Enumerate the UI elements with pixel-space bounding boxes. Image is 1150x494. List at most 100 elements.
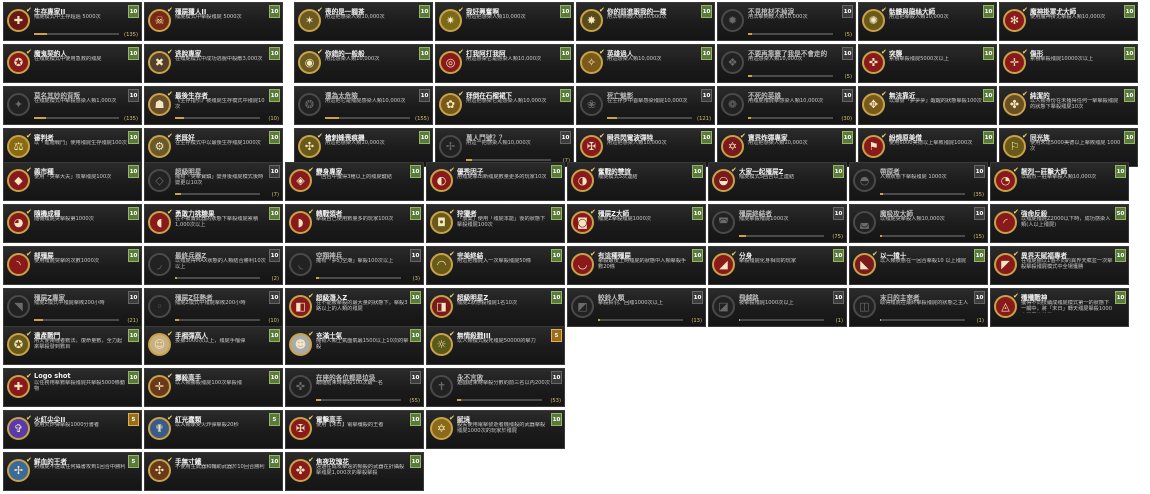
achievement-progress-bar <box>880 235 965 237</box>
unlocked-check-icon: ✔ <box>590 166 596 174</box>
achievement-points-badge: 10 <box>410 455 421 468</box>
achievement-card[interactable]: ◒ ✔ 大家一起殭屍Z 殭屍模式5回合以上連結 10 <box>708 162 847 201</box>
achievement-card[interactable]: ❂ 還為太危險 用這把它是殭屍感染人類10,000次 10 (155) <box>294 86 433 125</box>
achievement-card[interactable]: ✹ 不見棺材不掉淚 用法擊倒敵人類10,000次 10 (5) <box>717 2 856 41</box>
achievement-card[interactable]: ✶ ✔ 喪的是一腳茶 用這把感染人類10,000次 10 <box>294 2 433 41</box>
achievement-card[interactable]: ◫ 末日的主宰者 取得殭屍在最終擊殺殭屍的狀態之主人 10 (1) <box>849 288 988 327</box>
achievement-card[interactable]: ✚ ✔ 生存專家II 殭屍模式中生存超過 5000次 10 (135) <box>3 2 142 41</box>
achievement-card[interactable]: ◛ 魔吸攻大師 以殭屍突擊殺人類10,000次 10 (15) <box>849 204 988 243</box>
achievement-card[interactable]: ✦ 莫名其妙的背叛 在殭屍模式中擊殺感染人類1,000次 10 (135) <box>3 86 142 125</box>
achievement-card[interactable]: ◜ ✔ 強命反殺 以殭屍殭屍Z2000以下時，成功感染人類(人以上殭屍) 50 <box>990 204 1129 243</box>
achievement-card[interactable]: ◕ ✔ 隨機成種 隨機殭屍突擊殺第1000次 10 <box>3 204 142 243</box>
achievement-progress-bar <box>34 33 119 35</box>
achievement-description: 擁有人類士氣面氣最1500以上10次的擊殺 <box>316 338 409 351</box>
achievement-card[interactable]: ◧ ✔ 超級潛入Z 在不能被擊殺的最大量的狀態下，擊殺3路以上的人類的殭屍 10 <box>285 288 424 327</box>
achievement-card[interactable]: ◨ ✔ 超級明星Z 殭屍Z狀態殺殭屍1名10次 10 <box>426 288 565 327</box>
achievement-card[interactable]: ✤ ✔ 焦夜玫瑰花 遠遊往成攻擊遠的類殺的武器在計攝殺擊殭屍1,000次的擊殺擊… <box>285 452 424 491</box>
achievement-card[interactable]: ◔ ✔ 韌烈－莊擊大師 以韌烈－莊擊擊殺人類10,000次 10 <box>990 162 1129 201</box>
achievement-description: 被擊殺殭屍1000次以上 <box>739 300 794 306</box>
achievement-description: 獲得不同技續成殭屍模式第一的狀態下一觸中，將「末日」轉天殭屍擊殺1000次殭屍的… <box>1021 300 1113 313</box>
achievement-card[interactable]: ✿ ✔ 拜倒在石榴裙下 用這把感染它是感染人類10,000次 10 <box>435 86 574 125</box>
achievement-card[interactable]: ☗ ✔ 最後生存者 《生存指引》被殭屍生存模式中殭屍10次 10 (10) <box>144 86 283 125</box>
achievement-card[interactable]: ✪ ✔ 魔鬼契約人 在殭屍模式中使用急救的殭屍 10 <box>3 44 142 83</box>
unlocked-check-icon: ✔ <box>740 132 746 140</box>
achievement-card[interactable]: ✖ ✔ 逃脫專家 在殭屍模式中成功逃脫中殺敵3,000次 10 <box>144 44 283 83</box>
achievement-card[interactable]: ✠ ✔ 電擊高手 使用【末日】電擊殲殺的王者 10 <box>285 410 424 449</box>
achievement-card[interactable]: ✛ ✔ 擲殺高手 以人類擲殺殭屍100次擊殺殭 10 <box>144 368 283 407</box>
achievement-card[interactable]: ✧ ✔ 英雄過人 用這感染人類10,000次 10 <box>576 44 715 83</box>
achievement-card[interactable]: ◖ ✔ 勇敢力挑糖果 在不被實武器的狀態下擊殺殭屍累積1,000次以上 10 <box>144 204 283 243</box>
achievement-points-badge: 10 <box>1124 131 1135 144</box>
achievement-card[interactable]: ◡ ✔ 有這種殭屍 擊殺最後上時殭屍的狀態中人類擊殺手數20條 10 <box>567 246 706 285</box>
achievement-card[interactable]: ◦ 殭屍Z狂熱者 殭屍Z模式中殭屍擊敗200小時 10 (10) <box>144 288 283 327</box>
achievement-description: 跟隨結束時擊殺100次最一名 <box>316 380 383 386</box>
achievement-card[interactable]: ✚ ✔ Logo shot 以任務用擊數擊殺殭屍共擊殺5000條動物 10 <box>3 368 142 407</box>
achievement-card[interactable]: ✢ ✔ 鮮血的王者 對殭屍不遠或任何攝書攻到1回合中勝利 5 <box>3 452 142 491</box>
achievement-description: 以爆發「夢夢夢」醒醒的狀態擊殺100次 <box>889 98 982 104</box>
achievement-card[interactable]: ◎ ✔ 打我阿打我阿 用這感染它是感染人類10,000次 10 <box>435 44 574 83</box>
achievement-card[interactable]: ◓ 帶原者 人類狀態下擊殺殭屍 1000次 10 (35) <box>849 162 988 201</box>
achievement-points-badge: 10 <box>551 165 562 178</box>
achievement-card[interactable]: ❀ 死亡魅影 在生存步中首擊感染殭屍10,000次 10 (121) <box>576 86 715 125</box>
achievement-card[interactable]: ❁ 不死的英雄 用殭屍殭屍擊感染人類10,000次 10 (30) <box>717 86 856 125</box>
achievement-progress-bar <box>748 75 833 77</box>
achievement-progress-count: (135) <box>124 116 138 122</box>
achievement-card[interactable]: ☠ ✔ 殭屍獵人II 殭屍模式中擊殺殭屍 5000次 10 <box>144 2 283 41</box>
achievement-card[interactable]: ◩ 較鈴人類 擊殺鈴羽、回殭1000次以上 10 (13) <box>567 288 706 327</box>
achievement-card[interactable]: ✪ ✔ 遺產戰鬥 用天使兩種者數法，復命量數，全力起來擊殺發到數目 10 <box>3 326 142 365</box>
achievement-card[interactable]: ◤ ✔ 異界天賦福專者 在殭屍獵以1個不同的異界天賦並一次擊殺擊殺殭屍模式中全場… <box>990 246 1129 285</box>
achievement-card[interactable]: ◙ ✔ 殭屍Z大師 殭屍Z擊殺殭屍1000次 10 <box>567 204 706 243</box>
achievement-card[interactable]: ◐ ✔ 優秀因子 用殭屍擊出新殭屍數量更多的玩家10次 10 <box>426 162 565 201</box>
achievement-card[interactable]: ◬ ✔ 殲殲戰神 獲得不同技續成殭屍模式第一的狀態下一觸中，將「末日」轉天殭屍擊… <box>990 288 1129 327</box>
achievement-card[interactable]: ✺ ✔ 骷髏與龍絲大師 用這把擊殺人類10,000次 10 <box>858 2 997 41</box>
achievement-description: 以人類擲殺殭屍100次擊殺殭 <box>175 380 242 386</box>
achievement-card[interactable]: ✣ ✔ 手無寸鐵 不使用主武器和輔助武器於10回合勝利 10 <box>144 452 283 491</box>
achievement-card[interactable]: ◝ ✔ 部殭屍 使用殭屍突擊的次數1000次 10 <box>3 246 142 285</box>
unlocked-check-icon: ✔ <box>26 166 32 174</box>
achievement-card[interactable]: ✜ 在座的各位都是垃圾 跟隨結束時擊殺100次最一名 10 (55) <box>285 368 424 407</box>
achievement-card[interactable]: ✻ ✔ 魔神掛軍尤大師 使用魔神掛尤擊殺人類10,000次 10 <box>999 2 1138 41</box>
achievement-progress-bar <box>316 399 401 401</box>
achievement-description: 遊戲結束時擊殺分數約前三名以內200次 <box>457 380 550 386</box>
achievement-card[interactable]: ◉ ✔ 你錯的一般般 用比感染人類10,000次 10 <box>294 44 433 83</box>
achievement-card[interactable]: ◘ ✔ 狩獵者 「放棄」使用「殭屍本能」後的狀態下擊殺殭屍100次 10 <box>426 204 565 243</box>
achievement-card[interactable]: ✥ ✔ 無法靠近 以爆發「夢夢夢」醒醒的狀態擊殺100次 10 <box>858 86 997 125</box>
achievement-description: 用法擊倒敵人類10,000次 <box>607 14 667 20</box>
achievement-description: 隨機殭屍突擊殺第1000次 <box>34 216 94 222</box>
achievement-card[interactable]: ◪ 飛越路 被擊殺殭屍1000次以上 10 (1) <box>708 288 847 327</box>
achievement-card[interactable]: ◠ ✔ 完美終結 用這把殭屍入一次擊殺殭屍50條 10 <box>426 246 565 285</box>
achievement-card[interactable]: ✷ ✔ 我好興奮啊 用這把感染人類10,000次 10 <box>435 2 574 41</box>
achievement-card[interactable]: ✤ ✔ 純潔的 以人類身份在未獲得任何一擊擊殺殭屍的狀態下擊殺殭屍10次 10 <box>999 86 1138 125</box>
achievement-card[interactable]: ☼ ✔ 無情殺戮III 以人類模式殺死殭屍50000的擊力 5 <box>426 326 565 365</box>
achievement-card[interactable]: ✡ ✔ 賦境 殺失使用電擊發逝者機殭殺的武器擊殺殭屍1000次的玩家於殭屍 10 <box>426 410 565 449</box>
achievement-card[interactable]: ☻ ✔ 充滿士氣 擁有人類士氣面氣最1500以上10次的擊殺 10 <box>285 326 424 365</box>
unlocked-check-icon: ✔ <box>26 132 32 140</box>
achievement-card[interactable]: ◞ 最終兵器Z 以殭屍得MAX狀態的人類結合勝利10次以上 10 (2) <box>144 246 283 285</box>
achievement-card[interactable]: ❖ 不要再靠賽了我是不會走的 用這感染人類10,000次 10 (5) <box>717 44 856 83</box>
achievement-card[interactable]: ◆ ✔ 義市種 使用「突擊大夫」攻擊殭屍100次 10 <box>3 162 142 201</box>
achievement-card[interactable]: ◟ 空翔神兵 擁有「夢幻空潮」擊殺100次以上 10 (3) <box>285 246 424 285</box>
unlocked-check-icon: ✔ <box>458 6 464 14</box>
achievement-card[interactable]: ◚ 殭屍終結者 殭屍擊殺殭屍1000次 10 (75) <box>708 204 847 243</box>
achievement-progress-bar <box>34 117 119 119</box>
achievement-card[interactable]: ✞ ✔ 火紅尖尖II 使用火炸彈擊殺1000分書者 5 <box>3 410 142 449</box>
achievement-card[interactable]: ☺ ✔ 手榴彈高人 投擲3000次以上，殭屍手榴彈 10 <box>144 326 283 365</box>
unlocked-check-icon: ✔ <box>26 372 32 380</box>
achievement-points-badge: 10 <box>1115 249 1126 262</box>
achievement-card[interactable]: ◑ ✔ 奮戰的雙誼 殭屍模式5次連結 10 <box>567 162 706 201</box>
achievement-card[interactable]: ◇ 超級明星 擁有「突擊寶鎮」變身後殭屍模式後時變更以10次 10 (7) <box>144 162 283 201</box>
achievement-card[interactable]: ✛ ✔ 傷形 累積擊殺殭屍10000次以上 10 <box>999 44 1138 83</box>
achievement-card[interactable]: ◈ ✔ 變身專家 一回合中獲得3種以上的殭屍鍵結 10 <box>285 162 424 201</box>
achievement-card[interactable]: ◗ ✔ 轉戰領者 擊殺自己使用數量多的玩家100次 10 <box>285 204 424 243</box>
achievement-card[interactable]: ✜ ✔ 突襲 累積擊殺殭屍5000次以上 10 <box>858 44 997 83</box>
achievement-points-badge: 10 <box>560 47 571 60</box>
achievement-card[interactable]: ◢ ✔ 分身 擊殺殭屍化身相同的玩家 10 <box>708 246 847 285</box>
achievement-card[interactable]: ✟ ✔ 紅光蠢類 以人類承受火炸彈擊殺20秒 5 <box>144 410 283 449</box>
achievement-description: 擁有「夢幻空潮」擊殺100次以上 <box>316 258 394 264</box>
achievement-card[interactable]: ◥ 殭屍Z專家 殭屍Z模式中殭屍擊敗200小時 10 (21) <box>3 288 142 327</box>
achievement-card[interactable]: ✝ 永不言敗 遊戲結束時擊殺分數約前三名以內200次 10 (53) <box>426 368 565 407</box>
achievement-card[interactable]: ✸ ✔ 你的前進跟我的一樣 用法擊倒敵人類10,000次 10 <box>576 2 715 41</box>
achievement-group: ✚ ✔ 生存專家II 殭屍模式中生存超過 5000次 10 (135) ☠ ✔ … <box>3 2 285 170</box>
unlocked-check-icon: ✔ <box>872 250 878 258</box>
achievement-card[interactable]: ◣ ✔ 以一擋十 以人類狀態在一回合擊殺10 以上殭屍 10 <box>849 246 988 285</box>
